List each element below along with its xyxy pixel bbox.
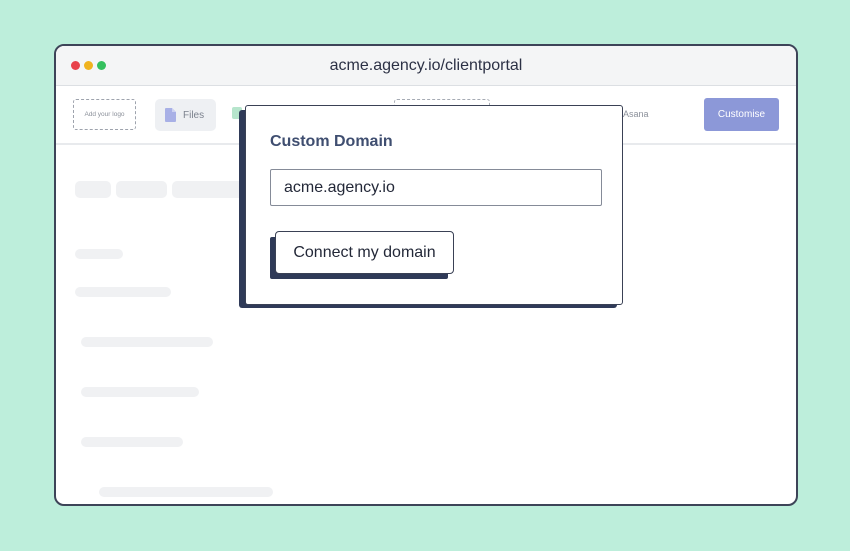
skeleton-line	[99, 487, 273, 497]
file-icon	[165, 108, 176, 122]
skeleton-line	[81, 387, 199, 397]
skeleton-block	[116, 181, 167, 198]
address-bar-url[interactable]: acme.agency.io/clientportal	[56, 57, 796, 75]
browser-titlebar: acme.agency.io/clientportal	[56, 46, 796, 86]
skeleton-line	[75, 249, 123, 259]
tab-files-label: Files	[183, 109, 205, 121]
add-logo-placeholder[interactable]: Add your logo	[73, 99, 136, 130]
connect-domain-button[interactable]: Connect my domain	[275, 231, 454, 274]
modal-title: Custom Domain	[270, 133, 393, 150]
domain-input[interactable]	[270, 169, 602, 206]
skeleton-line	[81, 337, 213, 347]
customise-button[interactable]: Customise	[704, 98, 779, 131]
skeleton-line	[81, 437, 183, 447]
tab-files[interactable]: Files	[155, 99, 216, 131]
skeleton-line	[75, 287, 171, 297]
skeleton-block	[75, 181, 111, 198]
tab-asana[interactable]: Asana	[623, 109, 649, 119]
custom-domain-modal: Custom Domain Connect my domain	[245, 105, 623, 305]
